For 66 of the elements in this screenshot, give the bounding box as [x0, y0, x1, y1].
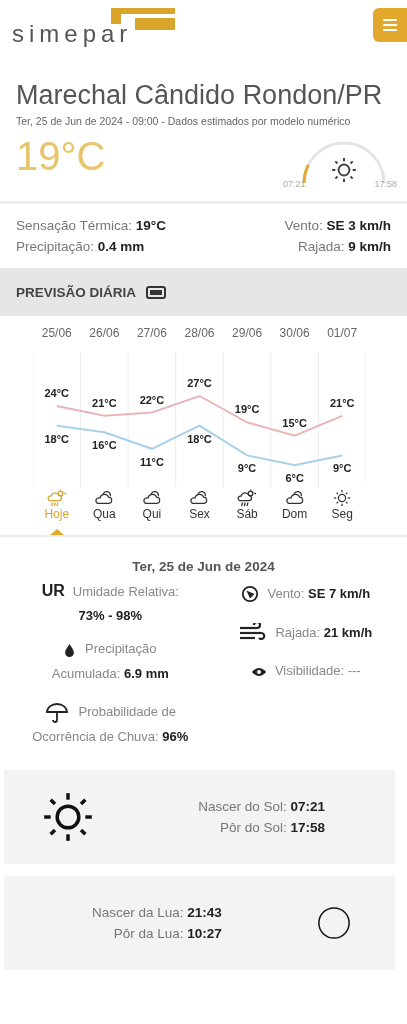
day-tab[interactable]: Sex [175, 489, 224, 535]
sun-icon [331, 157, 357, 183]
selection-caret [49, 529, 64, 535]
detail-label: Umidade Relativa: [72, 584, 179, 599]
rain-sun-icon [45, 489, 68, 507]
detail-stat: Visibilidade: --- [274, 662, 361, 681]
max-temperature: 21°C [329, 396, 355, 409]
min-temperature: 6°C [285, 472, 304, 485]
rain-sun-icon [236, 489, 259, 507]
max-temperature: 24°C [44, 386, 70, 399]
card-icon [146, 285, 167, 299]
detail-stat: Probabilidade de Ocorrência de Chuva: 96% [31, 701, 190, 747]
sunset-text: Pôr do Sol: 17:58 [219, 819, 325, 835]
min-temperature: 11°C [139, 455, 164, 468]
section-title: PREVISÃO DIÁRIA [16, 284, 137, 300]
humidity-abbreviation: UR [41, 582, 65, 600]
moonrise-text: Nascer da Lua: 21:43 [92, 904, 222, 920]
day-tab[interactable]: Dom [270, 489, 319, 535]
current-stat: Precipitação: 0.4 mm [16, 239, 146, 254]
detail-stat: Rajada: 21 km/h [275, 623, 373, 642]
date-subtitle: Ter, 25 de Jun de 2024 - 09:00 - Dados estimados por modelo numérico [16, 115, 352, 127]
min-temperature: 18°C [44, 432, 70, 445]
cloud-icon [283, 489, 306, 507]
day-tab[interactable]: Qui [128, 489, 176, 535]
min-temperature: 9°C [333, 462, 352, 475]
menu-icon [383, 19, 397, 31]
date-label: 29/06 [231, 325, 264, 342]
cloud-icon [140, 489, 163, 507]
drop-icon [64, 642, 75, 657]
date-label: 25/06 [40, 325, 73, 342]
detail-stat: Precipitação Acumulada: 6.9 mm [50, 640, 170, 683]
max-temperature: 21°C [92, 396, 117, 409]
max-temperature: 22°C [139, 393, 165, 406]
date-label: 28/06 [183, 325, 216, 342]
umbrella-icon [44, 702, 69, 723]
current-stat: Vento: SE 3 km/h [284, 218, 391, 233]
city-title: Marechal Cândido Rondon/PR [16, 80, 384, 111]
min-temperature: 9°C [237, 462, 257, 475]
detail-value: 73% - 98% [78, 608, 143, 623]
max-temperature: 19°C [234, 403, 260, 416]
moon-icon [317, 905, 351, 940]
date-label: 30/06 [278, 325, 311, 342]
moonset-text: Pôr da Lua: 10:27 [113, 925, 222, 941]
min-temperature: 16°C [92, 439, 117, 452]
menu-button[interactable] [373, 8, 407, 42]
detail-stat: Vento: SE 7 km/h [267, 585, 371, 603]
date-label: 26/06 [88, 325, 121, 342]
logo-text: simepar [12, 22, 133, 46]
max-temperature: 27°C [187, 377, 212, 389]
day-tab[interactable]: Sáb [223, 489, 271, 535]
date-label: 01/07 [326, 325, 359, 342]
current-stat: Rajada: 9 km/h [297, 239, 391, 254]
current-stat: Sensação Térmica: 19°C [16, 218, 166, 233]
sunset-time: 17:58 [374, 179, 397, 189]
sun-icon [42, 790, 94, 843]
min-temperature: 18°C [187, 432, 212, 445]
day-tab[interactable]: Seg [318, 489, 366, 535]
max-temperature: 15°C [282, 416, 307, 429]
sunrise-text: Nascer do Sol: 07:21 [198, 798, 325, 814]
compass-icon [241, 585, 260, 604]
current-temperature: 19°C [16, 134, 106, 180]
sunrise-time: 07:21 [283, 179, 306, 189]
eye-icon [250, 666, 267, 677]
details-date: Ter, 25 de Jun de 2024 [131, 559, 276, 574]
date-label: 27/06 [135, 325, 168, 342]
day-tab[interactable]: Qua [80, 489, 129, 535]
